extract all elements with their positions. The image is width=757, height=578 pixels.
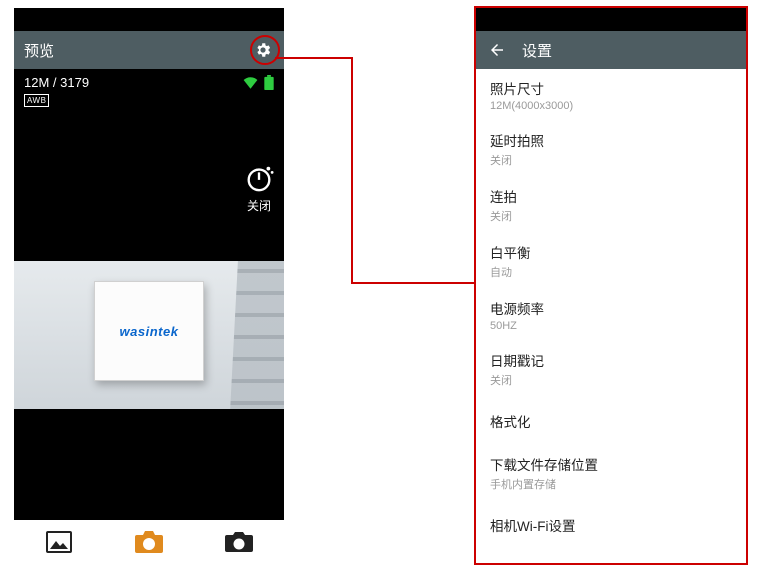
setting-value: 关闭 <box>490 372 732 388</box>
page-title: 预览 <box>24 40 252 61</box>
arrow-left-icon <box>488 41 506 59</box>
battery-icon <box>264 75 274 90</box>
wifi-icon <box>243 76 258 89</box>
setting-download-location[interactable]: 下载文件存储位置 手机内置存储 <box>476 445 746 501</box>
setting-value: 关闭 <box>490 208 732 224</box>
setting-value: 12M(4000x3000) <box>490 100 732 112</box>
gear-icon <box>254 41 272 59</box>
setting-title: 照片尺寸 <box>490 78 732 98</box>
setting-title: 开机自动录影 <box>490 558 732 563</box>
photo-mode-button[interactable] <box>131 524 167 560</box>
preview-sign: wasintek <box>94 281 204 381</box>
setting-auto-record[interactable]: 开机自动录影 <box>476 549 746 563</box>
timer-label: 关闭 <box>247 197 271 214</box>
setting-burst[interactable]: 连拍 关闭 <box>476 177 746 233</box>
preview-brand: wasintek <box>120 324 179 339</box>
setting-title: 相机Wi-Fi设置 <box>490 510 732 540</box>
gallery-icon <box>46 531 72 553</box>
setting-title: 格式化 <box>490 406 732 436</box>
video-mode-button[interactable] <box>221 524 257 560</box>
preview-letterbox <box>14 409 284 520</box>
settings-list[interactable]: 照片尺寸 12M(4000x3000) 延时拍照 关闭 连拍 关闭 白平衡 自动… <box>476 69 746 563</box>
timer-icon <box>244 163 274 193</box>
setting-title: 连拍 <box>490 186 732 206</box>
photo-camera-icon <box>133 529 165 555</box>
setting-title: 延时拍照 <box>490 130 732 150</box>
status-bar <box>476 8 746 31</box>
setting-value: 关闭 <box>490 152 732 168</box>
awb-badge: AWB <box>24 94 49 107</box>
timer-toggle[interactable]: 关闭 <box>244 163 274 214</box>
setting-power-frequency[interactable]: 电源频率 50HZ <box>476 289 746 341</box>
setting-value: 手机内置存储 <box>490 476 732 492</box>
settings-screen: 设置 照片尺寸 12M(4000x3000) 延时拍照 关闭 连拍 关闭 白平衡… <box>476 8 746 563</box>
callout-line <box>275 57 353 59</box>
setting-date-stamp[interactable]: 日期戳记 关闭 <box>476 341 746 397</box>
setting-title: 日期戳记 <box>490 350 732 370</box>
setting-format[interactable]: 格式化 <box>476 397 746 445</box>
app-bar: 设置 <box>476 31 746 69</box>
preview-screen: 预览 12M / 3179 AWB <box>14 8 284 563</box>
setting-title: 白平衡 <box>490 242 732 262</box>
back-button[interactable] <box>486 39 508 61</box>
status-bar <box>14 8 284 31</box>
setting-camera-wifi[interactable]: 相机Wi-Fi设置 <box>476 501 746 549</box>
setting-value: 50HZ <box>490 320 732 332</box>
live-preview: wasintek <box>14 261 284 409</box>
setting-timelapse[interactable]: 延时拍照 关闭 <box>476 121 746 177</box>
setting-title: 下载文件存储位置 <box>490 454 732 474</box>
callout-line <box>351 282 475 284</box>
page-title: 设置 <box>522 40 552 61</box>
mode-bar <box>14 520 284 563</box>
setting-value: 自动 <box>490 264 732 280</box>
setting-title: 电源频率 <box>490 298 732 318</box>
setting-white-balance[interactable]: 白平衡 自动 <box>476 233 746 289</box>
gallery-button[interactable] <box>41 524 77 560</box>
resolution-readout: 12M / 3179 <box>24 75 89 90</box>
setting-photo-size[interactable]: 照片尺寸 12M(4000x3000) <box>476 69 746 121</box>
callout-line <box>351 57 353 284</box>
info-overlay: 12M / 3179 AWB 关闭 <box>14 69 284 261</box>
settings-button[interactable] <box>252 39 274 61</box>
app-bar: 预览 <box>14 31 284 69</box>
video-camera-icon <box>224 530 254 554</box>
preview-scene <box>230 261 284 409</box>
